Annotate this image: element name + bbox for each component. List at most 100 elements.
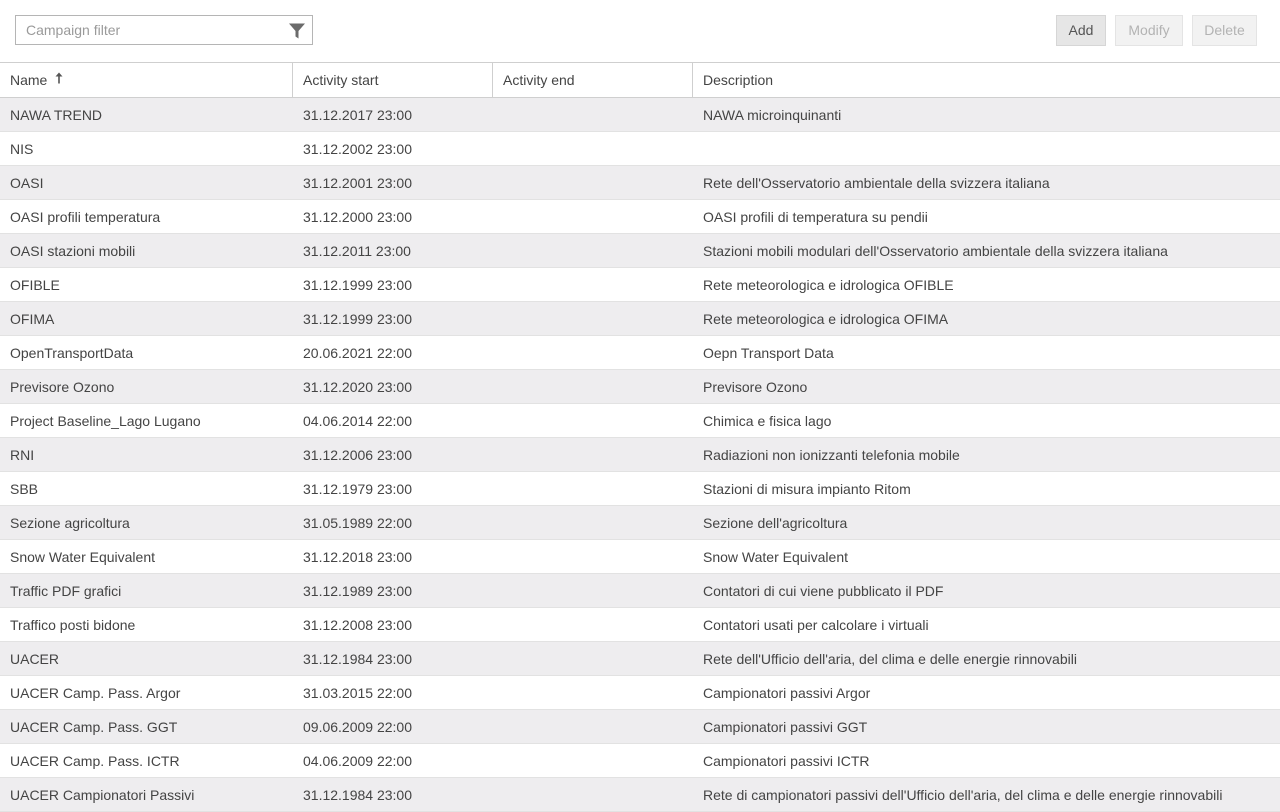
table-row[interactable]: Traffic PDF grafici 31.12.1989 23:00 Conta… bbox=[0, 574, 1280, 608]
cell-name: UACER Camp. Pass. GGT bbox=[10, 719, 178, 735]
cell-activity-start: 31.12.1984 23:00 bbox=[303, 787, 412, 803]
column-header-description[interactable]: Description bbox=[693, 63, 1280, 97]
cell-activity-start: 31.12.2001 23:00 bbox=[303, 175, 412, 191]
table-row[interactable]: OASI stazioni mobili 31.12.2011 23:00 Staz… bbox=[0, 234, 1280, 268]
cell-description bbox=[693, 132, 1280, 165]
cell-name: NAWA TREND bbox=[10, 107, 103, 123]
cell-description: Oepn Transport Data bbox=[703, 345, 834, 361]
cell-activity-end bbox=[493, 336, 693, 369]
table-header: Name Activity start Activity end Descrip… bbox=[0, 63, 1280, 98]
cell-activity-end bbox=[493, 370, 693, 403]
cell-name: OpenTransportData bbox=[10, 345, 134, 361]
cell-activity-end bbox=[493, 234, 693, 267]
cell-description: Contatori usati per calcolare i virtuali bbox=[703, 617, 929, 633]
cell-name: OFIMA bbox=[10, 311, 55, 327]
cell-name: Snow Water Equivalent bbox=[10, 549, 155, 565]
column-header-label: Activity start bbox=[303, 72, 379, 88]
cell-activity-end bbox=[493, 98, 693, 131]
cell-activity-start: 31.12.2006 23:00 bbox=[303, 447, 412, 463]
cell-name: OASI stazioni mobili bbox=[10, 243, 136, 259]
cell-activity-start: 31.12.2020 23:00 bbox=[303, 379, 412, 395]
cell-description: Stazioni di misura impianto Ritom bbox=[703, 481, 911, 497]
cell-activity-end bbox=[493, 132, 693, 165]
cell-name: Traffic PDF grafici bbox=[10, 583, 122, 599]
cell-activity-end bbox=[493, 472, 693, 505]
cell-activity-start: 04.06.2009 22:00 bbox=[303, 753, 412, 769]
column-header-activity-start[interactable]: Activity start bbox=[293, 63, 493, 97]
modify-button[interactable]: Modify bbox=[1115, 15, 1183, 46]
cell-name: Previsore Ozono bbox=[10, 379, 115, 395]
cell-description: Sezione dell'agricoltura bbox=[703, 515, 848, 531]
delete-button[interactable]: Delete bbox=[1192, 15, 1257, 46]
cell-activity-end bbox=[493, 268, 693, 301]
cell-name: Traffico posti bidone bbox=[10, 617, 136, 633]
cell-activity-end bbox=[493, 540, 693, 573]
column-header-label: Description bbox=[703, 72, 774, 88]
funnel-icon[interactable] bbox=[288, 22, 306, 40]
table-row[interactable]: UACER Camp. Pass. GGT 09.06.2009 22:00 Cam… bbox=[0, 710, 1280, 744]
cell-activity-start: 31.03.2015 22:00 bbox=[303, 685, 412, 701]
table-row[interactable]: UACER Camp. Pass. Argor 31.03.2015 22:00 C… bbox=[0, 676, 1280, 710]
table-row[interactable]: NAWA TREND 31.12.2017 23:00 NAWA microinqu… bbox=[0, 98, 1280, 132]
cell-activity-start: 31.12.1999 23:00 bbox=[303, 277, 412, 293]
cell-activity-start: 31.12.1999 23:00 bbox=[303, 311, 412, 327]
cell-activity-end bbox=[493, 506, 693, 539]
cell-activity-end bbox=[493, 744, 693, 777]
cell-description: Rete dell'Ufficio dell'aria, del clima e… bbox=[703, 651, 1077, 667]
table-row[interactable]: Snow Water Equivalent 31.12.2018 23:00 Sno… bbox=[0, 540, 1280, 574]
table-row[interactable]: UACER Camp. Pass. ICTR 04.06.2009 22:00 Ca… bbox=[0, 744, 1280, 778]
cell-activity-start: 31.05.1989 22:00 bbox=[303, 515, 412, 531]
table-row[interactable]: SBB 31.12.1979 23:00 Stazioni di misura im… bbox=[0, 472, 1280, 506]
cell-activity-start: 31.12.2008 23:00 bbox=[303, 617, 412, 633]
table-row[interactable]: OASI 31.12.2001 23:00 Rete dell'Osservator… bbox=[0, 166, 1280, 200]
cell-description: Previsore Ozono bbox=[703, 379, 808, 395]
table-row[interactable]: NIS 31.12.2002 23:00 bbox=[0, 132, 1280, 166]
column-header-label: Name bbox=[10, 72, 48, 88]
campaign-table: Name Activity start Activity end Descrip… bbox=[0, 62, 1280, 812]
column-header-name[interactable]: Name bbox=[0, 63, 293, 97]
cell-description: Snow Water Equivalent bbox=[703, 549, 848, 565]
cell-activity-start: 31.12.2017 23:00 bbox=[303, 107, 412, 123]
cell-name: NIS bbox=[10, 141, 34, 157]
table-row[interactable]: Traffico posti bidone 31.12.2008 23:00 Con… bbox=[0, 608, 1280, 642]
table-row[interactable]: OASI profili temperatura 31.12.2000 23:00… bbox=[0, 200, 1280, 234]
cell-name: OFIBLE bbox=[10, 277, 60, 293]
cell-activity-end bbox=[493, 302, 693, 335]
cell-name: UACER bbox=[10, 651, 60, 667]
campaign-filter-input[interactable] bbox=[16, 16, 276, 44]
cell-name: OASI bbox=[10, 175, 44, 191]
cell-description: Campionatori passivi GGT bbox=[703, 719, 868, 735]
cell-description: OASI profili di temperatura su pendii bbox=[703, 209, 928, 225]
table-body: NAWA TREND 31.12.2017 23:00 NAWA microinqu… bbox=[0, 98, 1280, 812]
cell-activity-end bbox=[493, 710, 693, 743]
table-row[interactable]: OpenTransportData 20.06.2021 22:00 Oepn Tr… bbox=[0, 336, 1280, 370]
table-row[interactable]: OFIMA 31.12.1999 23:00 Rete meteorologica … bbox=[0, 302, 1280, 336]
table-row[interactable]: RNI 31.12.2006 23:00 Radiazioni non ionizz… bbox=[0, 438, 1280, 472]
add-button[interactable]: Add bbox=[1056, 15, 1106, 46]
cell-description: Campionatori passivi ICTR bbox=[703, 753, 870, 769]
cell-activity-end bbox=[493, 608, 693, 641]
campaign-filter[interactable] bbox=[15, 15, 313, 45]
column-header-activity-end[interactable]: Activity end bbox=[493, 63, 693, 97]
cell-name: UACER Campionatori Passivi bbox=[10, 787, 195, 803]
table-row[interactable]: Previsore Ozono 31.12.2020 23:00 Previsore… bbox=[0, 370, 1280, 404]
table-row[interactable]: Project Baseline_Lago Lugano 04.06.2014 2… bbox=[0, 404, 1280, 438]
table-row[interactable]: UACER 31.12.1984 23:00 Rete dell'Ufficio d… bbox=[0, 642, 1280, 676]
cell-name: RNI bbox=[10, 447, 35, 463]
cell-activity-start: 31.12.2002 23:00 bbox=[303, 141, 412, 157]
cell-activity-end bbox=[493, 778, 693, 811]
toolbar: Add Modify Delete bbox=[0, 0, 1280, 62]
table-row[interactable]: UACER Campionatori Passivi 31.12.1984 23:… bbox=[0, 778, 1280, 812]
cell-activity-end bbox=[493, 404, 693, 437]
table-row[interactable]: Sezione agricoltura 31.05.1989 22:00 Sezio… bbox=[0, 506, 1280, 540]
cell-name: UACER Camp. Pass. Argor bbox=[10, 685, 181, 701]
cell-name: UACER Camp. Pass. ICTR bbox=[10, 753, 180, 769]
cell-activity-end bbox=[493, 574, 693, 607]
cell-activity-start: 31.12.2018 23:00 bbox=[303, 549, 412, 565]
column-header-label: Activity end bbox=[503, 72, 575, 88]
cell-description: Rete dell'Osservatorio ambientale della … bbox=[703, 175, 1050, 191]
cell-activity-start: 31.12.1989 23:00 bbox=[303, 583, 412, 599]
cell-activity-start: 31.12.2000 23:00 bbox=[303, 209, 412, 225]
table-row[interactable]: OFIBLE 31.12.1999 23:00 Rete meteorologica… bbox=[0, 268, 1280, 302]
cell-activity-end bbox=[493, 642, 693, 675]
